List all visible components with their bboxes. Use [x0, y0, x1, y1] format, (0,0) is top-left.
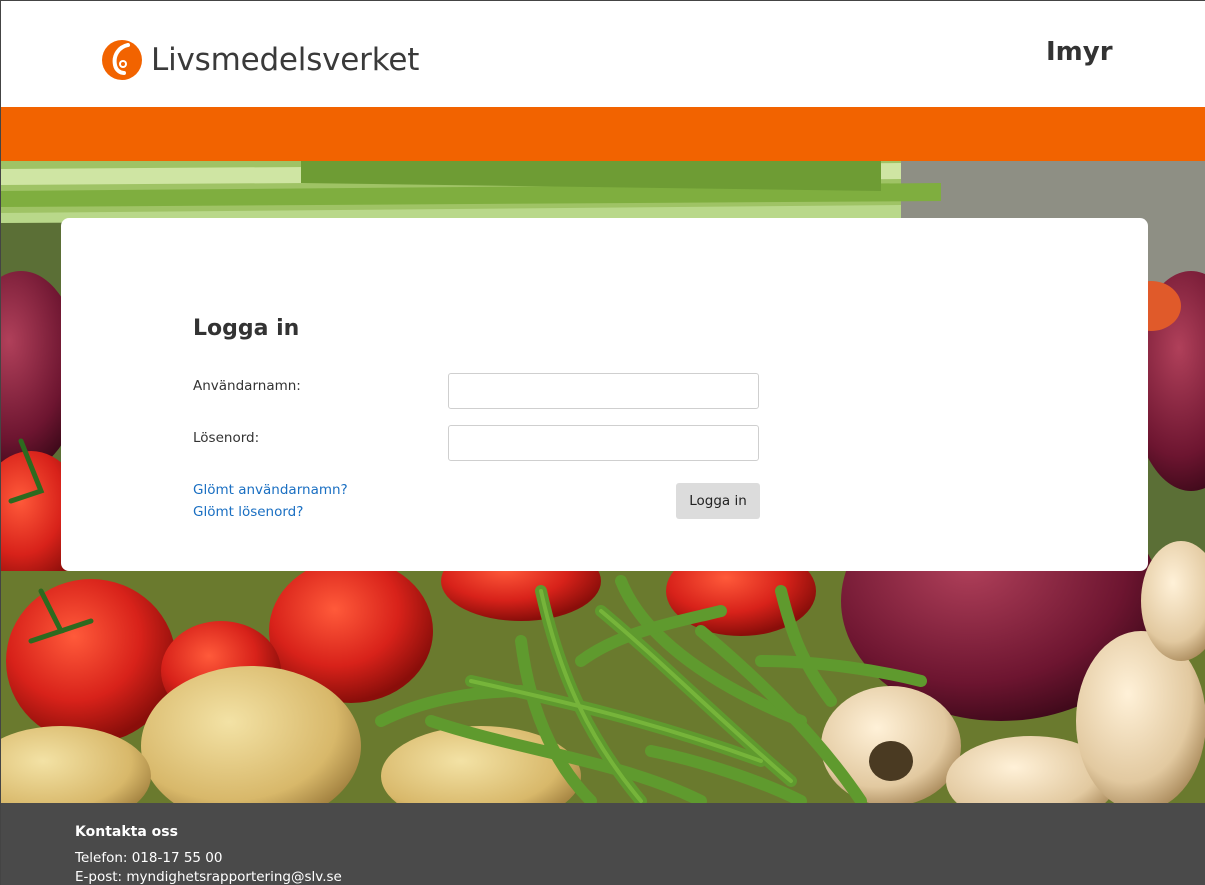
login-button[interactable]: Logga in	[676, 483, 760, 519]
forgot-username-link[interactable]: Glömt användarnamn?	[193, 482, 348, 498]
login-page: Livsmedelsverket Imyr Logga in Användarn…	[0, 0, 1205, 885]
username-label: Användarnamn:	[193, 378, 301, 394]
forgot-password-link[interactable]: Glömt lösenord?	[193, 504, 303, 520]
username-input[interactable]	[448, 373, 759, 409]
brand-logo[interactable]: Livsmedelsverket	[101, 39, 419, 81]
orange-banner	[1, 107, 1205, 161]
site-header: Livsmedelsverket Imyr	[1, 1, 1205, 107]
footer-phone: Telefon: 018-17 55 00	[75, 850, 223, 866]
login-title: Logga in	[193, 316, 300, 341]
footer-contact-title: Kontakta oss	[75, 824, 178, 840]
livsmedelsverket-logo-icon	[102, 40, 142, 80]
brand-name: Livsmedelsverket	[151, 42, 420, 78]
footer-email: E-post: myndighetsrapportering@slv.se	[75, 869, 342, 885]
password-input[interactable]	[448, 425, 759, 461]
site-footer: Kontakta oss Telefon: 018-17 55 00 E-pos…	[1, 803, 1205, 885]
app-name: Imyr	[1046, 37, 1113, 67]
password-label: Lösenord:	[193, 430, 260, 446]
login-card: Logga in Användarnamn: Lösenord: Glömt a…	[61, 218, 1148, 571]
